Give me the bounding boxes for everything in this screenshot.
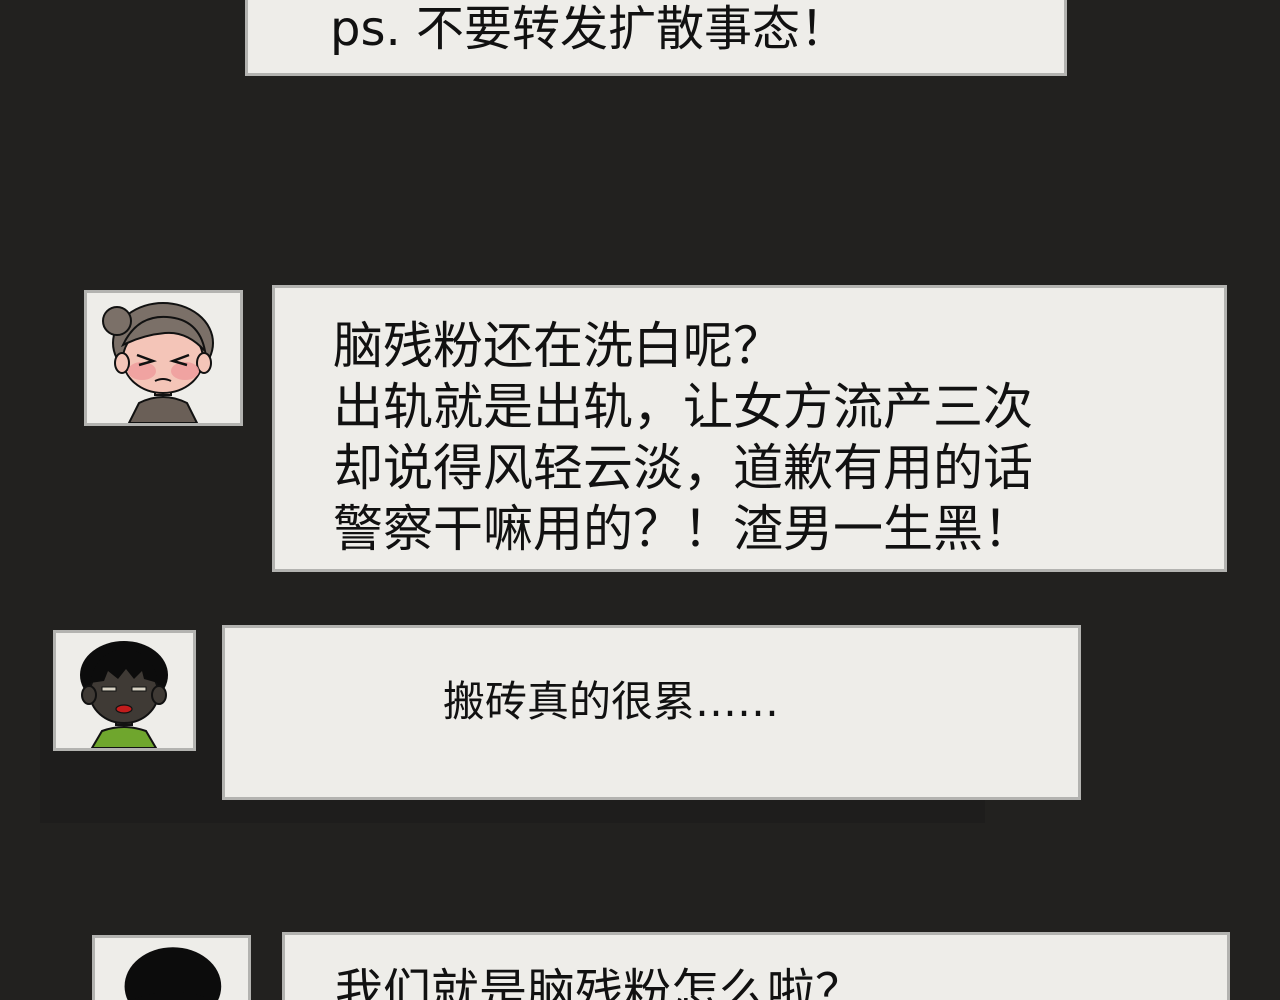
message-bubble-2: 脑残粉还在洗白呢？ 出轨就是出轨，让女方流产三次 却说得风轻云淡，道歉有用的话 … [272,285,1227,572]
avatar-1 [84,290,243,426]
message-3-text: 搬砖真的很累…… [443,677,780,726]
message-bubble-1: ps. 不要转发扩散事态！ [245,0,1067,76]
message-2-text: 脑残粉还在洗白呢？ 出轨就是出轨，让女方流产三次 却说得风轻云淡，道歉有用的话 … [333,316,1033,560]
avatar-3 [92,935,251,1000]
tired-dark-skin-woman-icon [80,641,168,748]
message-2-line-1: 脑残粉还在洗白呢？ [333,317,783,375]
message-2-line-4: 警察干嘛用的？！渣男一生黑！ [333,500,1033,558]
message-2-line-3: 却说得风轻云淡，道歉有用的话 [333,439,1033,497]
avatar-2 [53,630,196,751]
message-bubble-4: 我们就是脑残粉怎么啦？ [282,932,1230,1000]
message-bubble-3: 搬砖真的很累…… [222,625,1081,800]
comic-panel: ps. 不要转发扩散事态！ 脑残粉还在洗白呢？ 出轨就是出轨，让女方流产三次 却… [0,0,1280,1000]
message-4-text: 我们就是脑残粉怎么啦？ [335,964,864,1000]
message-1-text: ps. 不要转发扩散事态！ [330,1,848,57]
angry-woman-bun-icon [102,302,214,423]
black-hair-person-icon [124,947,222,1000]
message-2-line-2: 出轨就是出轨，让女方流产三次 [333,378,1033,436]
